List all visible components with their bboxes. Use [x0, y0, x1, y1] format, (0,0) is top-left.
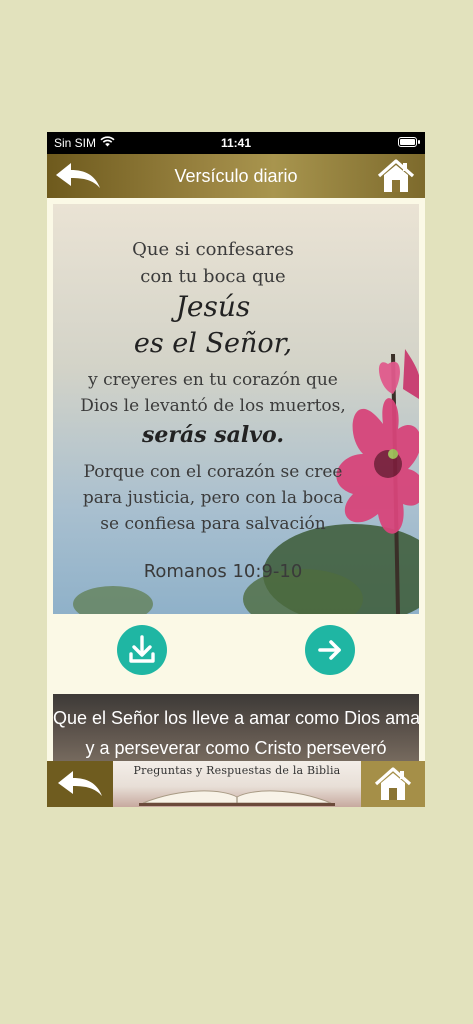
app-screen: Sin SIM 11:41 Versículo diario Que si co…	[47, 132, 425, 807]
home-icon	[374, 767, 412, 800]
open-book-icon	[139, 790, 335, 806]
bible-banner-title: Preguntas y Respuestas de la Biblia	[133, 764, 341, 777]
status-bar: Sin SIM 11:41	[47, 132, 425, 154]
bible-qa-banner[interactable]: Preguntas y Respuestas de la Biblia	[113, 761, 361, 807]
download-button[interactable]	[117, 625, 167, 675]
verse-line: Porque con el corazón se cree	[83, 462, 343, 482]
bottom-home-button[interactable]	[361, 761, 425, 807]
verse-line: es el Señor,	[133, 328, 293, 359]
bottom-bar: Preguntas y Respuestas de la Biblia	[47, 761, 425, 807]
action-row	[47, 614, 425, 694]
verse-line: se confiesa para salvación	[100, 514, 326, 534]
verse-line: Que si confesares	[132, 239, 294, 260]
verse-reference: Romanos 10:9-10	[143, 561, 303, 582]
verse-image: Que si confesares con tu boca que Jesús …	[53, 204, 419, 614]
ad-banner[interactable]: Que el Señor los lleve a amar como Dios …	[53, 694, 419, 761]
status-time: 11:41	[220, 136, 252, 150]
next-button[interactable]	[305, 625, 355, 675]
arrow-right-icon	[318, 640, 341, 660]
home-icon	[377, 159, 415, 192]
verse-line: serás salvo.	[141, 422, 284, 448]
banner-line-2: y a perseverar como Cristo perseveró	[85, 738, 387, 758]
bottom-back-button[interactable]	[47, 761, 113, 807]
verse-line: con tu boca que	[140, 266, 286, 287]
banner-line-1: Que el Señor los lleve a amar como Dios …	[53, 708, 419, 728]
verse-line: y creyeres en tu corazón que	[88, 370, 338, 390]
verse-line: Jesús	[175, 290, 251, 323]
back-arrow-icon	[58, 771, 102, 796]
nav-bar: Versículo diario	[47, 154, 425, 198]
battery-icon	[398, 137, 420, 147]
page-title: Versículo diario	[174, 166, 298, 186]
download-icon	[129, 635, 155, 663]
verse-line: para justicia, pero con la boca	[82, 488, 344, 508]
verse-line: Dios le levantó de los muertos,	[80, 396, 346, 416]
verse-text: Que si confesares con tu boca que Jesús …	[53, 204, 373, 614]
home-button[interactable]	[377, 158, 415, 194]
